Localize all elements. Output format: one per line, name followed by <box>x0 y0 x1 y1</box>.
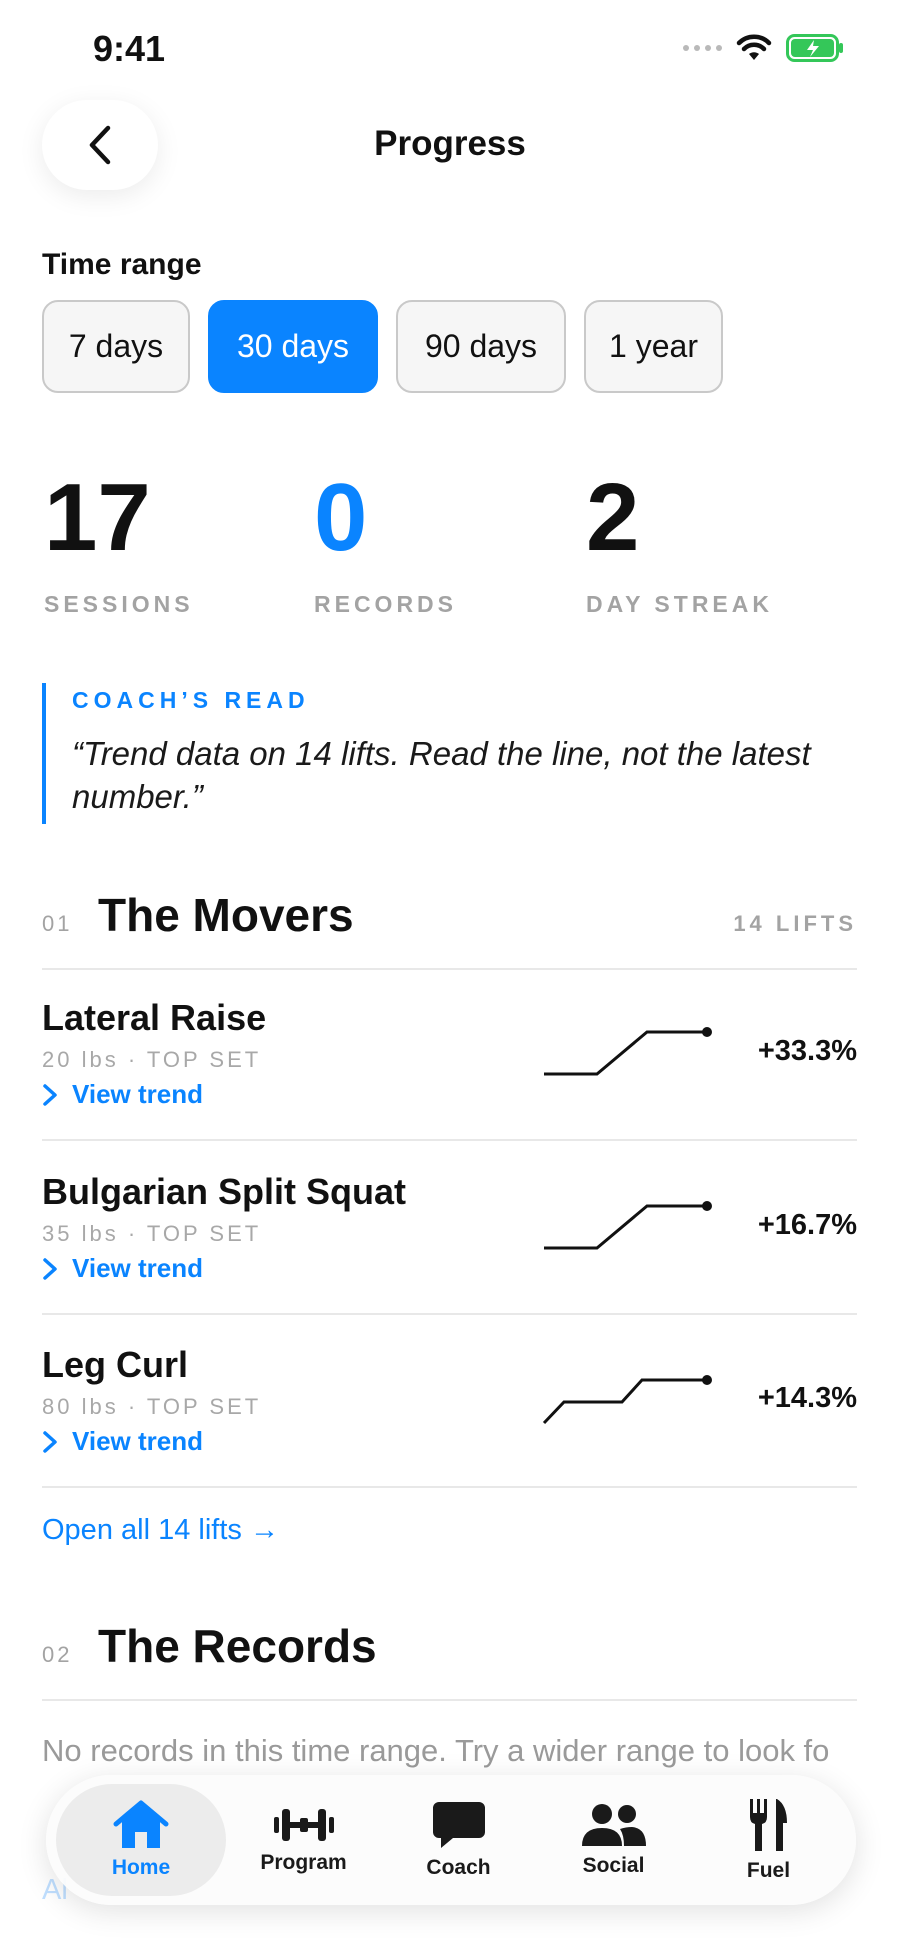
mover-row[interactable]: Leg Curl 80 lbs · TOP SET View trend +14… <box>42 1314 857 1488</box>
section-number: 01 <box>42 911 73 936</box>
section-number: 02 <box>42 1642 73 1667</box>
home-icon <box>113 1800 169 1848</box>
cellular-signal-icon <box>683 45 722 51</box>
range-7-days-button[interactable]: 7 days <box>42 300 190 393</box>
lift-change-percent: +33.3% <box>757 1035 857 1067</box>
trend-sparkline <box>544 1027 712 1076</box>
range-90-days-button[interactable]: 90 days <box>396 300 566 393</box>
status-icons <box>683 34 844 62</box>
stat-day-streak: 2 DAY STREAK <box>586 470 773 618</box>
stat-value: 17 <box>44 464 151 571</box>
stat-records: 0 RECORDS <box>314 470 457 618</box>
lift-detail: 80 lbs · TOP SET <box>42 1394 262 1419</box>
chat-bubble-icon <box>432 1802 485 1848</box>
range-1-year-button[interactable]: 1 year <box>584 300 723 393</box>
view-trend-label: View trend <box>72 1426 204 1456</box>
movers-section-header: 01 The Movers 14 LIFTS <box>42 888 857 970</box>
range-30-days-button[interactable]: 30 days <box>208 300 378 393</box>
stat-value: 0 <box>314 464 368 571</box>
page-title: Progress <box>374 124 526 163</box>
coach-read-quote: “Trend data on 14 lifts. Read the line, … <box>72 735 811 815</box>
stat-sessions: 17 SESSIONS <box>44 470 194 618</box>
stat-value: 2 <box>586 464 640 571</box>
view-trend-label: View trend <box>72 1079 204 1109</box>
lift-name: Lateral Raise <box>42 997 267 1038</box>
lift-name: Bulgarian Split Squat <box>42 1171 407 1212</box>
tab-label: Home <box>111 1856 171 1879</box>
status-time: 9:41 <box>93 28 166 69</box>
section-title: The Records <box>98 1620 377 1672</box>
chevron-right-icon <box>43 1257 57 1280</box>
view-trend-link[interactable]: View trend <box>42 1253 203 1284</box>
section-title: The Movers <box>98 889 354 941</box>
lift-change-percent: +14.3% <box>757 1382 857 1414</box>
stat-label: RECORDS <box>314 591 458 617</box>
lift-detail: 35 lbs · TOP SET <box>42 1221 262 1246</box>
stat-label: DAY STREAK <box>586 591 773 617</box>
tab-label: Coach <box>426 1856 491 1879</box>
status-bar: 9:41 <box>0 0 900 100</box>
open-all-lifts-link[interactable]: Open all 14 lifts → <box>42 1514 279 1547</box>
wifi-icon <box>736 34 772 60</box>
stat-label: SESSIONS <box>44 591 194 617</box>
view-trend-label: View trend <box>72 1253 204 1283</box>
view-trend-link[interactable]: View trend <box>42 1426 203 1457</box>
tab-label: Social <box>582 1854 645 1877</box>
coach-read-label: COACH’S READ <box>72 687 310 713</box>
tab-coach[interactable]: Coach <box>381 1784 536 1896</box>
records-section-header: 02 The Records <box>42 1619 857 1701</box>
trend-sparkline <box>542 1375 712 1425</box>
tab-home[interactable]: Home <box>56 1784 226 1896</box>
chevron-right-icon <box>43 1430 57 1453</box>
lift-change-percent: +16.7% <box>757 1209 857 1241</box>
view-trend-link[interactable]: View trend <box>42 1079 203 1110</box>
dumbbell-icon <box>273 1809 334 1841</box>
people-icon <box>581 1804 646 1846</box>
lift-name: Leg Curl <box>42 1344 189 1385</box>
lift-detail: 20 lbs · TOP SET <box>42 1047 262 1072</box>
time-range-selector: 7 days 30 days 90 days 1 year <box>42 300 723 393</box>
battery-icon <box>786 34 843 62</box>
tab-label: Fuel <box>746 1859 791 1882</box>
records-empty-message: No records in this time range. Try a wid… <box>42 1733 830 1768</box>
mover-row[interactable]: Bulgarian Split Squat 35 lbs · TOP SET V… <box>42 1141 857 1315</box>
time-range-label: Time range <box>42 248 202 281</box>
tab-label: Program <box>260 1851 347 1874</box>
tab-program[interactable]: Program <box>226 1784 381 1896</box>
tab-bar: Home Program Coach Social Fuel <box>46 1775 856 1905</box>
lifts-count: 14 LIFTS <box>733 911 857 936</box>
trend-sparkline <box>544 1201 712 1250</box>
coach-read-callout: COACH’S READ “Trend data on 14 lifts. Re… <box>42 683 862 824</box>
fork-knife-icon <box>749 1799 787 1851</box>
chevron-right-icon <box>43 1083 57 1106</box>
tab-social[interactable]: Social <box>536 1784 691 1896</box>
mover-row[interactable]: Lateral Raise 20 lbs · TOP SET View tren… <box>42 967 857 1141</box>
tab-fuel[interactable]: Fuel <box>691 1784 846 1896</box>
